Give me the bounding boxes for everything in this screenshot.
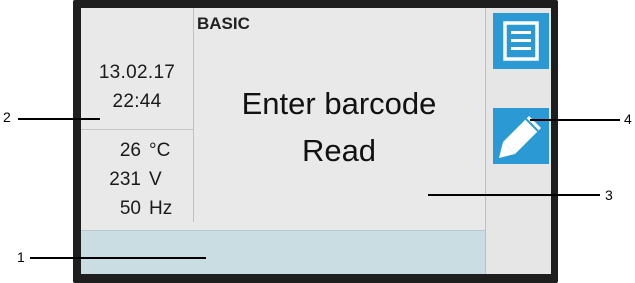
edit-button[interactable] — [493, 108, 549, 164]
mode-label: BASIC — [197, 14, 250, 33]
temperature-unit: °C — [149, 140, 171, 161]
prompt-line-2: Read — [301, 133, 377, 168]
time-display: 22:44 — [112, 91, 162, 112]
status-bar — [81, 230, 485, 274]
info-divider — [81, 129, 193, 130]
callout-line-4 — [530, 119, 620, 121]
menu-button[interactable] — [493, 13, 549, 69]
callout-number-3: 3 — [605, 187, 613, 203]
callout-line-2 — [18, 118, 100, 120]
frequency-value: 50 — [119, 198, 141, 219]
date-display: 13.02.17 — [98, 62, 176, 83]
info-panel: 13.02.17 22:44 26 °C 231 V 50 Hz — [81, 8, 194, 222]
callout-line-1 — [30, 257, 206, 259]
figure: 13.02.17 22:44 26 °C 231 V 50 Hz BASIC Ente… — [0, 0, 635, 283]
temperature-value: 26 — [119, 140, 141, 161]
frequency-reading: 50 Hz — [81, 198, 181, 220]
voltage-value: 231 — [109, 169, 141, 190]
pencil-icon — [493, 108, 549, 164]
callout-number-2: 2 — [3, 109, 11, 125]
button-column — [485, 8, 551, 274]
prompt-line-1: Enter barcode — [241, 86, 437, 121]
frequency-unit: Hz — [149, 198, 173, 219]
callout-number-1: 1 — [17, 249, 25, 265]
voltage-reading: 231 V — [81, 169, 181, 191]
device-screen: 13.02.17 22:44 26 °C 231 V 50 Hz BASIC Ente… — [81, 8, 551, 274]
list-menu-icon — [493, 13, 549, 69]
callout-number-4: 4 — [624, 111, 632, 127]
temperature-reading: 26 °C — [81, 140, 181, 162]
callout-line-3 — [428, 194, 600, 196]
voltage-unit: V — [149, 169, 162, 190]
